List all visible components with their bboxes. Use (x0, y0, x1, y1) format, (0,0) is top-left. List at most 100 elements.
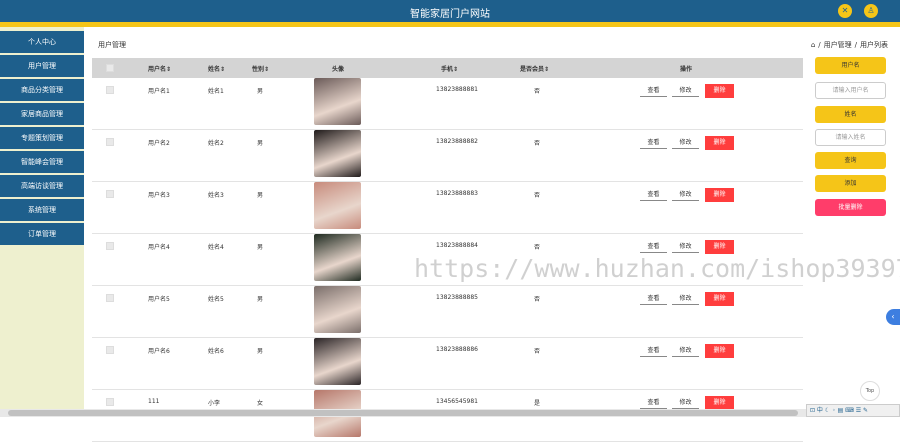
sidebar: 个人中心 用户管理 商品分类管理 家居商品管理 专题策划管理 智能峰会管理 高端访谈管理 系统… (0, 27, 84, 417)
cell-member: 否 (534, 192, 541, 199)
sidebar-item-1[interactable]: 用户管理 (0, 55, 84, 77)
avatar (314, 286, 361, 333)
view-button[interactable]: 查看 (640, 345, 667, 357)
name-input[interactable]: 请输入姓名 (815, 129, 886, 146)
table-header: 用户名⇕ 姓名⇕ 性别⇕ 头像 手机⇕ 是否会员⇕ 操作 (92, 58, 803, 78)
cell-phone: 13456545981 (436, 398, 478, 405)
col-member[interactable]: 是否会员⇕ (520, 64, 549, 73)
breadcrumb: ⌂ / 用户管理 / 用户列表 (811, 40, 888, 50)
cell-gender: 男 (257, 140, 264, 147)
view-button[interactable]: 查看 (640, 293, 667, 305)
cell-username: 用户名5 (148, 296, 170, 303)
sidebar-item-7[interactable]: 系统管理 (0, 199, 84, 221)
cell-gender: 男 (257, 296, 264, 303)
row-checkbox[interactable] (106, 138, 114, 146)
cell-gender: 男 (257, 348, 264, 355)
cell-member: 否 (534, 88, 541, 95)
col-username[interactable]: 用户名⇕ (148, 64, 171, 73)
avatar (314, 130, 361, 177)
cell-gender: 女 (257, 400, 264, 407)
sidebar-item-0[interactable]: 个人中心 (0, 31, 84, 53)
edit-button[interactable]: 修改 (672, 397, 699, 409)
watermark: https://www.huzhan.com/ishop39397 (414, 254, 900, 283)
row-checkbox[interactable] (106, 190, 114, 198)
username-input[interactable]: 请输入用户名 (815, 82, 886, 99)
cell-username: 用户名1 (148, 88, 170, 95)
add-button[interactable]: 添加 (815, 175, 886, 192)
table-row: 用户名5 姓名5 男 13823888885 否 查看 修改 删除 (92, 286, 803, 338)
sidebar-item-4[interactable]: 专题策划管理 (0, 127, 84, 149)
table-row: 用户名1 姓名1 男 13823888881 否 查看 修改 删除 (92, 78, 803, 130)
delete-button[interactable]: 删除 (705, 240, 734, 254)
cell-username: 用户名6 (148, 348, 170, 355)
chevron-left-icon[interactable]: ‹ (886, 309, 900, 325)
query-button[interactable]: 查询 (815, 152, 886, 169)
cell-member: 否 (534, 140, 541, 147)
delete-button[interactable]: 删除 (705, 188, 734, 202)
batch-delete-button[interactable]: 批量删除 (815, 199, 886, 216)
edit-button[interactable]: 修改 (672, 241, 699, 253)
view-button[interactable]: 查看 (640, 137, 667, 149)
name-label-button[interactable]: 姓名 (815, 106, 886, 123)
edit-button[interactable]: 修改 (672, 189, 699, 201)
table-row: 用户名6 姓名6 男 13823888886 否 查看 修改 删除 (92, 338, 803, 390)
breadcrumb-item-users[interactable]: 用户管理 (824, 40, 852, 50)
cell-phone: 13823888886 (436, 346, 478, 353)
cell-phone: 13823888881 (436, 86, 478, 93)
view-button[interactable]: 查看 (640, 397, 667, 409)
delete-button[interactable]: 删除 (705, 292, 734, 306)
row-checkbox[interactable] (106, 398, 114, 406)
cell-phone: 13823888884 (436, 242, 478, 249)
sidebar-item-3[interactable]: 家居商品管理 (0, 103, 84, 125)
user-icon[interactable]: ♙ (864, 4, 878, 18)
home-icon[interactable]: ⌂ (811, 41, 815, 49)
breadcrumb-separator: / (854, 41, 857, 49)
delete-button[interactable]: 删除 (705, 344, 734, 358)
avatar (314, 338, 361, 385)
breadcrumb-separator: / (818, 41, 821, 49)
site-title: 智能家居门户网站 (410, 9, 490, 20)
breadcrumb-item-list: 用户列表 (860, 41, 888, 49)
main-content: 用户管理 ⌂ / 用户管理 / 用户列表 用户名⇕ 姓名⇕ 性别⇕ 头像 手机⇕… (84, 27, 900, 442)
sidebar-item-5[interactable]: 智能峰会管理 (0, 151, 84, 173)
cell-name: 姓名6 (208, 348, 224, 355)
edit-button[interactable]: 修改 (672, 137, 699, 149)
avatar (314, 234, 361, 281)
back-to-top-button[interactable]: Top (860, 381, 880, 401)
cell-username: 111 (148, 398, 160, 405)
col-gender[interactable]: 性别⇕ (252, 64, 269, 73)
edit-button[interactable]: 修改 (672, 293, 699, 305)
row-checkbox[interactable] (106, 346, 114, 354)
col-name[interactable]: 姓名⇕ (208, 64, 225, 73)
sidebar-item-2[interactable]: 商品分类管理 (0, 79, 84, 101)
col-phone[interactable]: 手机⇕ (441, 64, 458, 73)
sidebar-item-6[interactable]: 高端访谈管理 (0, 175, 84, 197)
fullscreen-icon[interactable]: ✕ (838, 4, 852, 18)
delete-button[interactable]: 删除 (705, 84, 734, 98)
avatar (314, 182, 361, 229)
cell-username: 用户名3 (148, 192, 170, 199)
cell-phone: 13823888885 (436, 294, 478, 301)
edit-button[interactable]: 修改 (672, 85, 699, 97)
delete-button[interactable]: 删除 (705, 396, 734, 410)
sidebar-item-8[interactable]: 订单管理 (0, 223, 84, 245)
username-label-button[interactable]: 用户名 (815, 57, 886, 74)
view-button[interactable]: 查看 (640, 85, 667, 97)
scrollbar-thumb[interactable] (8, 410, 798, 416)
cell-username: 用户名4 (148, 244, 170, 251)
cell-phone: 13823888882 (436, 138, 478, 145)
view-button[interactable]: 查看 (640, 241, 667, 253)
row-checkbox[interactable] (106, 294, 114, 302)
cell-name: 姓名2 (208, 140, 224, 147)
delete-button[interactable]: 删除 (705, 136, 734, 150)
row-checkbox[interactable] (106, 242, 114, 250)
row-checkbox[interactable] (106, 86, 114, 94)
cell-name: 姓名1 (208, 88, 224, 95)
cell-name: 姓名4 (208, 244, 224, 251)
cell-gender: 男 (257, 88, 264, 95)
view-button[interactable]: 查看 (640, 189, 667, 201)
top-bar: 智能家居门户网站 ✕ ♙ (0, 0, 900, 22)
cell-member: 否 (534, 348, 541, 355)
select-all-checkbox[interactable] (106, 64, 114, 72)
edit-button[interactable]: 修改 (672, 345, 699, 357)
